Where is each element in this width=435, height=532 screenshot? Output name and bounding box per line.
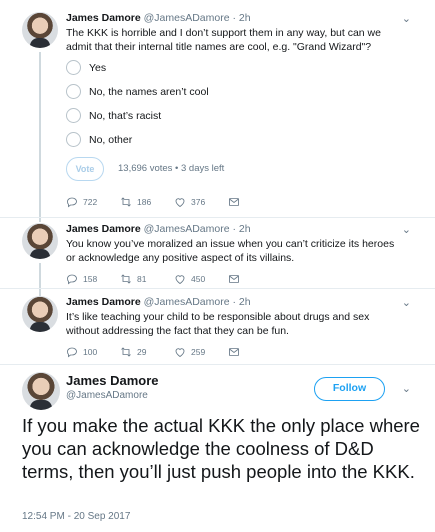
retweet-count: 81 (137, 274, 147, 284)
reply-icon (67, 274, 77, 285)
reply-count: 722 (83, 197, 98, 207)
author-handle[interactable]: @JamesADamore (144, 12, 230, 24)
like-icon (175, 348, 185, 358)
message-action[interactable] (228, 346, 282, 358)
radio-button[interactable] (66, 132, 81, 147)
separator-dot: · (232, 12, 237, 24)
message-icon (229, 275, 239, 283)
tweet-time[interactable]: 2h (239, 296, 251, 308)
like-count: 376 (191, 197, 206, 207)
message-action[interactable] (228, 196, 282, 208)
tweet-header: James Damore @JamesADamore · 2h (66, 12, 251, 24)
reply-count: 100 (83, 347, 98, 357)
tweet-actions: 722 186 376 (66, 196, 282, 208)
author-handle[interactable]: @JamesADamore (66, 390, 148, 401)
follow-button[interactable]: Follow (314, 377, 385, 401)
separator-dot: · (232, 223, 237, 235)
retweet-icon (121, 347, 131, 357)
reply-action[interactable]: 100 (66, 346, 120, 358)
tweet-header: James Damore @JamesADamore · 2h (66, 296, 251, 308)
tweet-time[interactable]: 2h (239, 223, 251, 235)
radio-button[interactable] (66, 108, 81, 123)
retweet-action[interactable]: 186 (120, 196, 174, 208)
poll-option[interactable]: No, other (66, 132, 132, 147)
like-count: 450 (191, 274, 206, 284)
message-icon (229, 348, 239, 356)
author-name[interactable]: James Damore (66, 296, 141, 308)
tweet-actions: 100 29 259 (66, 346, 282, 358)
tweet-text: If you make the actual KKK the only plac… (22, 415, 420, 482)
chevron-down-icon[interactable]: ⌄ (402, 223, 411, 236)
tweet-actions: 158 81 450 (66, 273, 282, 285)
thread-line (39, 52, 41, 222)
poll-option[interactable]: No, the names aren’t cool (66, 84, 209, 99)
like-count: 259 (191, 347, 206, 357)
tweet-text: The KKK is horrible and I don’t support … (66, 27, 381, 53)
like-action[interactable]: 376 (174, 196, 228, 208)
poll-option-label: Yes (89, 61, 107, 74)
reply-icon (67, 197, 77, 208)
radio-button[interactable] (66, 60, 81, 75)
reply-action[interactable]: 158 (66, 273, 120, 285)
poll-option[interactable]: No, that’s racist (66, 108, 161, 123)
retweet-action[interactable]: 29 (120, 346, 174, 358)
message-icon (229, 198, 239, 206)
retweet-count: 186 (137, 197, 152, 207)
like-icon (175, 275, 185, 285)
retweet-action[interactable]: 81 (120, 273, 174, 285)
retweet-icon (121, 197, 131, 207)
like-action[interactable]: 450 (174, 273, 228, 285)
divider (0, 217, 435, 218)
reply-action[interactable]: 722 (66, 196, 120, 208)
tweet-text: You know you’ve moralized an issue when … (66, 238, 395, 264)
separator-dot: · (232, 296, 237, 308)
poll-option-label: No, the names aren’t cool (89, 85, 209, 98)
chevron-down-icon[interactable]: ⌄ (402, 382, 411, 395)
poll-option[interactable]: Yes (66, 60, 106, 75)
radio-button[interactable] (66, 84, 81, 99)
vote-button[interactable]: Vote (66, 157, 104, 181)
like-action[interactable]: 259 (174, 346, 228, 358)
reply-icon (67, 347, 77, 358)
poll-meta: 13,696 votes • 3 days left (118, 163, 225, 174)
message-action[interactable] (228, 273, 282, 285)
divider (0, 364, 435, 365)
tweet-timestamp[interactable]: 12:54 PM - 20 Sep 2017 (22, 511, 130, 522)
author-handle[interactable]: @JamesADamore (144, 296, 230, 308)
tweet-2[interactable]: James Damore @JamesADamore · 2h ⌄ You kn… (0, 223, 435, 301)
divider (0, 288, 435, 289)
retweet-count: 29 (137, 347, 147, 357)
author-name[interactable]: James Damore (66, 373, 159, 388)
tweet-3[interactable]: James Damore @JamesADamore · 2h ⌄ It’s l… (0, 296, 435, 362)
retweet-icon (121, 274, 131, 284)
tweet-text: It’s like teaching your child to be resp… (66, 311, 370, 337)
poll-option-label: No, other (89, 133, 133, 146)
poll-option-label: No, that’s racist (89, 109, 162, 122)
reply-count: 158 (83, 274, 98, 284)
author-handle[interactable]: @JamesADamore (144, 223, 230, 235)
chevron-down-icon[interactable]: ⌄ (402, 296, 411, 309)
tweet-1[interactable]: James Damore @JamesADamore · 2h ⌄ The KK… (0, 12, 435, 222)
avatar[interactable] (22, 372, 60, 410)
tweet-time[interactable]: 2h (239, 12, 251, 24)
avatar[interactable] (22, 12, 58, 48)
tweet-header: James Damore @JamesADamore · 2h (66, 223, 251, 235)
avatar[interactable] (22, 296, 58, 332)
author-name[interactable]: James Damore (66, 12, 141, 24)
avatar[interactable] (22, 223, 58, 259)
chevron-down-icon[interactable]: ⌄ (402, 12, 411, 25)
like-icon (175, 198, 185, 208)
author-name[interactable]: James Damore (66, 223, 141, 235)
